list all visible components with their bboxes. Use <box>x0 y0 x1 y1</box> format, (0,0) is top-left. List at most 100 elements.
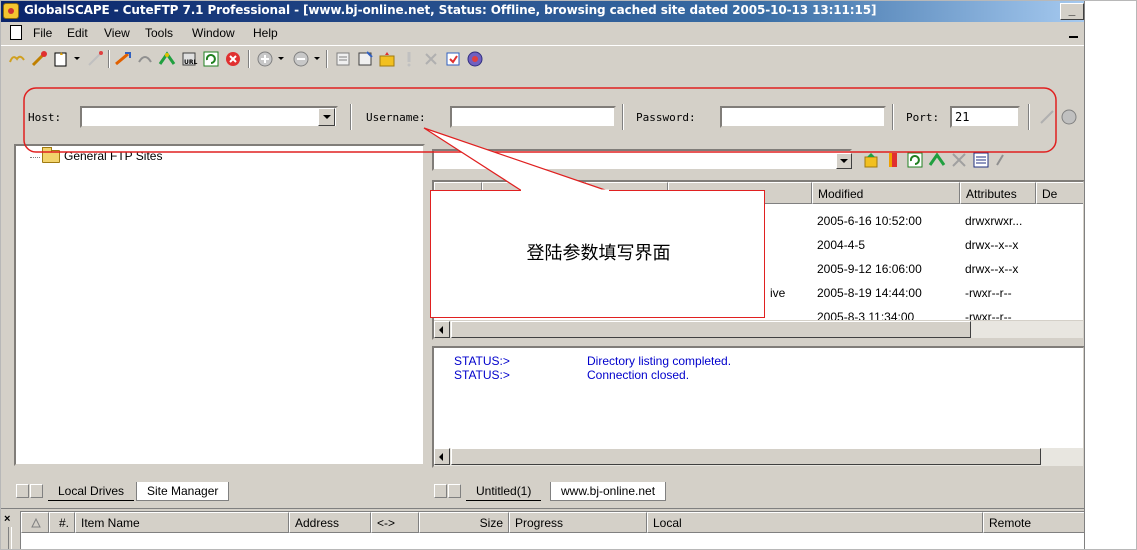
exclamation-icon[interactable] <box>400 50 418 68</box>
queue-col-local[interactable]: Local <box>647 512 983 533</box>
status-log[interactable]: STATUS:> Directory listing completed. ST… <box>432 346 1084 468</box>
title-bar[interactable]: GlobalSCAPE - CuteFTP 7.1 Professional -… <box>0 0 1084 22</box>
go-up-folder-icon[interactable] <box>862 151 880 169</box>
mdi-minimize-button[interactable] <box>1066 26 1082 40</box>
quick-connect-bar: Host: Username: Password: Port: <box>16 94 1084 144</box>
new-folder-icon[interactable] <box>378 50 396 68</box>
col-header-modified[interactable]: Modified <box>812 182 960 204</box>
download-icon[interactable] <box>292 50 310 68</box>
tree-connector <box>30 157 40 158</box>
col-header-attributes[interactable]: Attributes <box>960 182 1036 204</box>
col-header-description[interactable]: De <box>1036 182 1083 204</box>
host-label: Host: <box>28 111 62 124</box>
sort-triangle-icon <box>31 518 41 528</box>
host-dropdown-button[interactable] <box>318 108 335 126</box>
document-icon[interactable] <box>10 25 22 40</box>
menu-edit[interactable]: Edit <box>67 26 88 40</box>
upload-dropdown[interactable] <box>278 57 284 61</box>
queue-col-address[interactable]: Address <box>289 512 371 533</box>
queue-close-icon[interactable]: × <box>4 513 10 525</box>
menu-view[interactable]: View <box>104 26 130 40</box>
username-label: Username: <box>366 111 426 124</box>
refresh-icon[interactable] <box>202 50 220 68</box>
remote-stop-icon[interactable] <box>928 151 946 169</box>
menu-window[interactable]: Window <box>192 26 235 40</box>
tab-local-drives[interactable]: Local Drives <box>48 482 135 501</box>
bookmark-icon[interactable] <box>884 151 902 169</box>
tab-site-manager[interactable]: Site Manager <box>136 482 230 501</box>
log-prefix: STATUS:> <box>454 354 510 368</box>
remote-delete-icon[interactable] <box>950 151 968 169</box>
transfer-queue-pane: × #. Item Name Address <-> Size Progress… <box>0 508 1084 550</box>
connect-url-icon[interactable]: URL <box>180 50 198 68</box>
menu-help[interactable]: Help <box>253 26 278 40</box>
log-line: STATUS:> Connection closed. <box>454 368 689 382</box>
queue-grip[interactable] <box>8 527 12 550</box>
queue-list[interactable]: #. Item Name Address <-> Size Progress L… <box>20 511 1084 550</box>
minimize-button[interactable]: _ <box>1060 3 1084 20</box>
queue-col-item-name[interactable]: Item Name <box>75 512 289 533</box>
menu-tools[interactable]: Tools <box>145 26 173 40</box>
remote-path-dropdown-button[interactable] <box>836 153 852 169</box>
tab-scroll-right-button[interactable] <box>448 484 461 498</box>
upload-icon[interactable] <box>256 50 274 68</box>
scroll-left-button[interactable] <box>434 321 450 338</box>
queue-col-size[interactable]: Size <box>419 512 509 533</box>
remote-options-icon[interactable] <box>994 151 1012 169</box>
tab-bj-online[interactable]: www.bj-online.net <box>550 482 667 501</box>
scroll-thumb[interactable] <box>451 321 971 338</box>
remote-path-combo[interactable] <box>432 149 852 171</box>
callout-text: 登陆参数填写界面 <box>526 243 671 264</box>
download-dropdown[interactable] <box>314 57 320 61</box>
svg-text:URL: URL <box>184 59 197 66</box>
view-file-icon[interactable] <box>444 50 462 68</box>
log-line: STATUS:> Directory listing completed. <box>454 354 731 368</box>
tree-item-general-ftp-sites[interactable]: General FTP Sites <box>64 149 162 163</box>
quick-connect-icon[interactable] <box>30 50 48 68</box>
disconnect-plug-icon[interactable] <box>86 50 104 68</box>
remote-refresh-icon[interactable] <box>906 151 924 169</box>
new-site-dropdown[interactable] <box>74 57 80 61</box>
password-label: Password: <box>636 111 696 124</box>
queue-col-number[interactable]: #. <box>49 512 75 533</box>
password-input[interactable] <box>720 106 886 128</box>
details-view-icon[interactable] <box>972 151 990 169</box>
queue-col-remote[interactable]: Remote <box>983 512 1084 533</box>
main-toolbar: URL <box>0 45 1084 71</box>
tab-untitled[interactable]: Untitled(1) <box>466 482 542 501</box>
queue-col-direction[interactable]: <-> <box>371 512 419 533</box>
host-input[interactable] <box>80 106 338 128</box>
cell-attributes: drwxrwxr... <box>965 214 1023 228</box>
queue-col-sort[interactable] <box>21 512 49 533</box>
remote-list-hscrollbar[interactable] <box>434 320 1083 338</box>
menu-file[interactable]: File <box>33 26 52 40</box>
edit-icon[interactable] <box>334 50 352 68</box>
connect-icon[interactable] <box>114 50 132 68</box>
tab-scroll-left-button[interactable] <box>16 484 29 498</box>
tab-scroll-left-button[interactable] <box>434 484 447 498</box>
queue-col-progress[interactable]: Progress <box>509 512 647 533</box>
quick-connect-go-icon[interactable] <box>1038 108 1056 126</box>
site-manager-tree[interactable]: General FTP Sites <box>14 144 425 466</box>
properties-icon[interactable] <box>356 50 374 68</box>
cuteftp-app-icon[interactable] <box>3 3 19 19</box>
remote-path-bar <box>432 146 1084 174</box>
disconnect-icon[interactable] <box>224 50 242 68</box>
port-label: Port: <box>906 111 940 124</box>
delete-icon[interactable] <box>422 50 440 68</box>
port-input[interactable] <box>950 106 1020 128</box>
stop-transfer-icon[interactable] <box>158 50 176 68</box>
log-hscrollbar[interactable] <box>434 448 1083 466</box>
quick-connect-options-icon[interactable] <box>1060 108 1078 126</box>
tab-scroll-right-button[interactable] <box>30 484 43 498</box>
cell-modified: 2005-8-19 14:44:00 <box>817 286 922 300</box>
cell-modified: 2005-9-12 16:06:00 <box>817 262 922 276</box>
connect-wizard-icon[interactable] <box>8 50 26 68</box>
reconnect-icon[interactable] <box>136 50 154 68</box>
new-site-icon[interactable] <box>52 50 70 68</box>
globe-icon[interactable] <box>466 50 484 68</box>
toolbar-separator <box>108 50 110 68</box>
username-input[interactable] <box>450 106 616 128</box>
scroll-left-button[interactable] <box>434 448 450 465</box>
scroll-thumb[interactable] <box>451 448 1041 465</box>
